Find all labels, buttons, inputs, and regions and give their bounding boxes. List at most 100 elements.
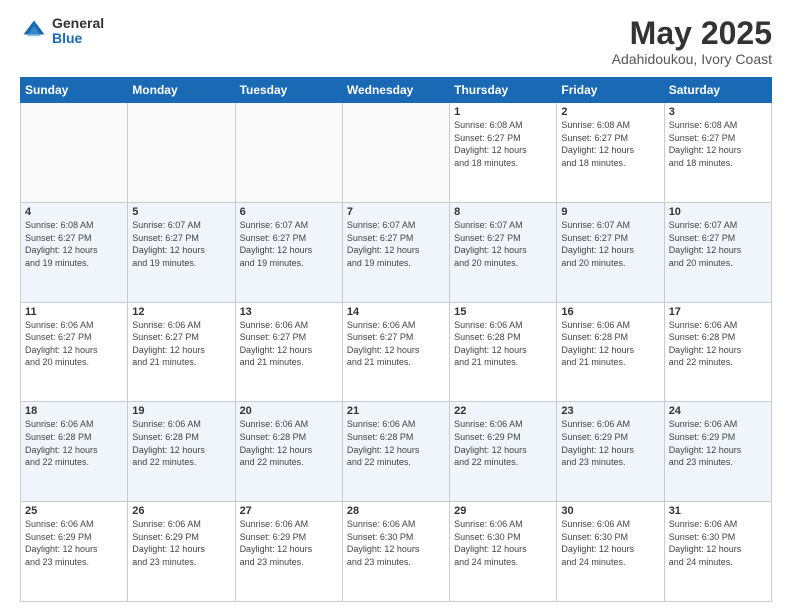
title-area: May 2025 Adahidoukou, Ivory Coast	[612, 16, 772, 67]
day-info-text: and 19 minutes.	[25, 257, 123, 270]
day-info-text: Sunset: 6:27 PM	[454, 132, 552, 145]
day-info-text: Daylight: 12 hours	[240, 543, 338, 556]
day-info-text: Daylight: 12 hours	[25, 244, 123, 257]
day-number: 10	[669, 206, 767, 218]
day-info-text: Sunrise: 6:08 AM	[454, 119, 552, 132]
page: General Blue May 2025 Adahidoukou, Ivory…	[0, 0, 792, 612]
day-info-text: Daylight: 12 hours	[561, 244, 659, 257]
day-number: 31	[669, 505, 767, 517]
day-info-text: Daylight: 12 hours	[454, 543, 552, 556]
day-info-text: Sunrise: 6:06 AM	[25, 418, 123, 431]
day-info-text: Sunset: 6:29 PM	[25, 531, 123, 544]
day-info-text: Sunrise: 6:06 AM	[454, 418, 552, 431]
day-info-text: and 18 minutes.	[669, 157, 767, 170]
day-number: 5	[132, 206, 230, 218]
day-info-text: Sunset: 6:27 PM	[132, 232, 230, 245]
day-number: 26	[132, 505, 230, 517]
day-number: 22	[454, 405, 552, 417]
header-saturday: Saturday	[664, 78, 771, 103]
day-number: 23	[561, 405, 659, 417]
day-info-text: Sunset: 6:29 PM	[561, 431, 659, 444]
day-info-text: Sunrise: 6:06 AM	[454, 518, 552, 531]
day-info-text: Sunrise: 6:06 AM	[132, 418, 230, 431]
table-row: 5Sunrise: 6:07 AMSunset: 6:27 PMDaylight…	[128, 202, 235, 302]
day-info-text: Sunset: 6:27 PM	[240, 331, 338, 344]
day-info-text: and 19 minutes.	[347, 257, 445, 270]
day-info-text: Sunrise: 6:07 AM	[132, 219, 230, 232]
day-info-text: Sunrise: 6:06 AM	[347, 518, 445, 531]
day-info-text: Daylight: 12 hours	[561, 543, 659, 556]
day-info-text: Daylight: 12 hours	[132, 344, 230, 357]
day-info-text: Daylight: 12 hours	[240, 244, 338, 257]
day-number: 18	[25, 405, 123, 417]
table-row	[235, 103, 342, 203]
logo-icon	[20, 17, 48, 45]
day-number: 27	[240, 505, 338, 517]
day-info-text: Sunset: 6:29 PM	[132, 531, 230, 544]
day-info-text: Sunset: 6:27 PM	[132, 331, 230, 344]
day-info-text: Sunrise: 6:06 AM	[347, 418, 445, 431]
day-info-text: and 22 minutes.	[132, 456, 230, 469]
day-number: 12	[132, 306, 230, 318]
day-info-text: and 22 minutes.	[240, 456, 338, 469]
header-friday: Friday	[557, 78, 664, 103]
day-info-text: and 23 minutes.	[347, 556, 445, 569]
day-info-text: Sunrise: 6:07 AM	[454, 219, 552, 232]
table-row: 17Sunrise: 6:06 AMSunset: 6:28 PMDayligh…	[664, 302, 771, 402]
day-number: 25	[25, 505, 123, 517]
table-row: 3Sunrise: 6:08 AMSunset: 6:27 PMDaylight…	[664, 103, 771, 203]
calendar-week-row: 4Sunrise: 6:08 AMSunset: 6:27 PMDaylight…	[21, 202, 772, 302]
day-number: 28	[347, 505, 445, 517]
day-number: 8	[454, 206, 552, 218]
day-info-text: Sunset: 6:28 PM	[561, 331, 659, 344]
logo-blue-text: Blue	[52, 31, 104, 46]
table-row: 18Sunrise: 6:06 AMSunset: 6:28 PMDayligh…	[21, 402, 128, 502]
table-row: 2Sunrise: 6:08 AMSunset: 6:27 PMDaylight…	[557, 103, 664, 203]
day-info-text: and 24 minutes.	[561, 556, 659, 569]
day-number: 1	[454, 106, 552, 118]
month-title: May 2025	[612, 16, 772, 51]
day-info-text: Sunset: 6:29 PM	[669, 431, 767, 444]
day-info-text: Daylight: 12 hours	[454, 444, 552, 457]
day-info-text: and 20 minutes.	[561, 257, 659, 270]
day-info-text: and 23 minutes.	[132, 556, 230, 569]
day-number: 21	[347, 405, 445, 417]
table-row: 30Sunrise: 6:06 AMSunset: 6:30 PMDayligh…	[557, 502, 664, 602]
day-info-text: Sunrise: 6:06 AM	[240, 319, 338, 332]
table-row: 8Sunrise: 6:07 AMSunset: 6:27 PMDaylight…	[450, 202, 557, 302]
table-row: 26Sunrise: 6:06 AMSunset: 6:29 PMDayligh…	[128, 502, 235, 602]
day-info-text: Daylight: 12 hours	[347, 244, 445, 257]
day-info-text: and 21 minutes.	[561, 356, 659, 369]
day-info-text: Sunset: 6:30 PM	[669, 531, 767, 544]
day-info-text: Daylight: 12 hours	[454, 344, 552, 357]
day-info-text: Sunset: 6:28 PM	[132, 431, 230, 444]
day-info-text: Daylight: 12 hours	[25, 344, 123, 357]
table-row: 25Sunrise: 6:06 AMSunset: 6:29 PMDayligh…	[21, 502, 128, 602]
day-info-text: Sunset: 6:27 PM	[25, 331, 123, 344]
day-info-text: Sunset: 6:27 PM	[669, 132, 767, 145]
table-row: 20Sunrise: 6:06 AMSunset: 6:28 PMDayligh…	[235, 402, 342, 502]
logo-text: General Blue	[52, 16, 104, 47]
day-number: 29	[454, 505, 552, 517]
day-info-text: Daylight: 12 hours	[25, 543, 123, 556]
header-wednesday: Wednesday	[342, 78, 449, 103]
location-subtitle: Adahidoukou, Ivory Coast	[612, 51, 772, 67]
day-number: 15	[454, 306, 552, 318]
day-info-text: Daylight: 12 hours	[669, 444, 767, 457]
day-number: 30	[561, 505, 659, 517]
table-row: 6Sunrise: 6:07 AMSunset: 6:27 PMDaylight…	[235, 202, 342, 302]
day-info-text: and 23 minutes.	[669, 456, 767, 469]
day-info-text: Daylight: 12 hours	[240, 344, 338, 357]
day-info-text: and 23 minutes.	[25, 556, 123, 569]
day-info-text: and 21 minutes.	[454, 356, 552, 369]
day-info-text: and 18 minutes.	[454, 157, 552, 170]
day-info-text: Sunrise: 6:07 AM	[561, 219, 659, 232]
day-number: 13	[240, 306, 338, 318]
day-info-text: Sunrise: 6:07 AM	[240, 219, 338, 232]
day-info-text: and 19 minutes.	[132, 257, 230, 270]
day-info-text: Daylight: 12 hours	[561, 444, 659, 457]
table-row: 22Sunrise: 6:06 AMSunset: 6:29 PMDayligh…	[450, 402, 557, 502]
day-info-text: Daylight: 12 hours	[132, 244, 230, 257]
day-info-text: Sunset: 6:27 PM	[669, 232, 767, 245]
day-number: 14	[347, 306, 445, 318]
